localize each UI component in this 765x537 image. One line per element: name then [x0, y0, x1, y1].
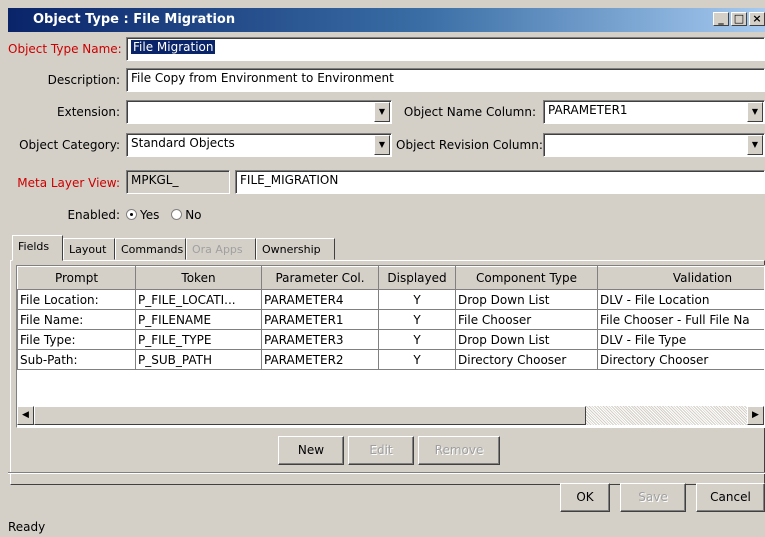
new-button[interactable]: New	[278, 436, 344, 465]
separator	[8, 472, 765, 474]
object-category-dropdown[interactable]: Standard Objects ▼	[126, 133, 392, 157]
enabled-no-radio[interactable]: No	[171, 208, 202, 222]
object-category-value: Standard Objects	[131, 136, 235, 150]
table-cell: DLV - File Location	[597, 289, 764, 310]
table-cell: P_FILENAME	[135, 309, 262, 330]
table-cell: PARAMETER1	[261, 309, 379, 330]
object-name-column-value: PARAMETER1	[548, 103, 628, 117]
table-cell: File Location:	[17, 289, 136, 310]
enabled-yes-radio[interactable]: Yes	[126, 208, 159, 222]
object-type-name-label: Object Type Name:	[8, 42, 122, 56]
table-cell: Directory Chooser	[455, 349, 598, 370]
scroll-right-icon[interactable]: ▶	[747, 406, 764, 425]
table-cell: File Chooser	[455, 309, 598, 330]
description-label: Description:	[47, 73, 120, 87]
table-cell: Sub-Path:	[17, 349, 136, 370]
column-header-token[interactable]: Token	[135, 266, 262, 290]
enabled-yes-label: Yes	[140, 208, 160, 222]
table-cell: Y	[378, 349, 456, 370]
column-header-component-type[interactable]: Component Type	[455, 266, 598, 290]
chevron-down-icon[interactable]: ▼	[374, 102, 390, 122]
save-button[interactable]: Save	[620, 483, 686, 512]
object-name-column-label: Object Name Column:	[403, 105, 536, 119]
tab-commands[interactable]: Commands	[115, 238, 186, 260]
column-header-validation[interactable]: Validation	[597, 266, 764, 290]
cancel-button[interactable]: Cancel	[696, 483, 765, 512]
enabled-radio-group: Yes No	[126, 208, 202, 222]
object-type-name-field[interactable]: File Migration	[126, 37, 765, 61]
table-cell: PARAMETER4	[261, 289, 379, 310]
chevron-down-icon[interactable]: ▼	[747, 102, 763, 122]
scroll-left-icon[interactable]: ◀	[17, 406, 34, 425]
object-name-column-dropdown[interactable]: PARAMETER1 ▼	[543, 100, 765, 124]
chevron-down-icon[interactable]: ▼	[374, 135, 390, 155]
object-revision-column-label: Object Revision Column:	[396, 138, 543, 152]
table-cell: Drop Down List	[455, 289, 598, 310]
scrollbar-track[interactable]	[586, 406, 747, 425]
table-cell: P_FILE_LOCATI...	[135, 289, 262, 310]
table-cell: P_FILE_TYPE	[135, 329, 262, 350]
table-cell: Directory Chooser	[597, 349, 764, 370]
title-bar[interactable]: Object Type : File Migration _ □ ×	[8, 8, 765, 32]
table-cell: Y	[378, 309, 456, 330]
table-cell: File Chooser - Full File Na	[597, 309, 764, 330]
table-cell: Y	[378, 329, 456, 350]
radio-unselected-icon	[171, 209, 183, 220]
table-row[interactable]: File Name: P_FILENAME PARAMETER1 Y File …	[17, 309, 764, 330]
object-revision-column-dropdown[interactable]: ▼	[543, 133, 765, 157]
horizontal-scrollbar[interactable]: ◀ ▶	[17, 406, 764, 425]
table-cell: File Type:	[17, 329, 136, 350]
maximize-icon[interactable]: □	[731, 12, 747, 26]
meta-layer-view-field[interactable]: FILE_MIGRATION	[235, 170, 765, 194]
edit-button[interactable]: Edit	[348, 436, 414, 465]
enabled-no-label: No	[185, 208, 202, 222]
object-type-name-value: File Migration	[131, 40, 216, 54]
ok-button[interactable]: OK	[560, 483, 610, 512]
meta-layer-view-label: Meta Layer View:	[17, 176, 120, 190]
minimize-icon[interactable]: _	[713, 12, 729, 26]
table-header-row: Prompt Token Parameter Col. Displayed Co…	[17, 266, 764, 290]
table-row[interactable]: Sub-Path: P_SUB_PATH PARAMETER2 Y Direct…	[17, 349, 764, 370]
extension-dropdown[interactable]: ▼	[126, 100, 392, 124]
object-category-label: Object Category:	[19, 138, 120, 152]
extension-label: Extension:	[57, 105, 120, 119]
meta-layer-prefix-field: MPKGL_	[126, 170, 230, 194]
scrollbar-thumb[interactable]	[34, 406, 586, 425]
table-cell: PARAMETER3	[261, 329, 379, 350]
fields-table[interactable]: Prompt Token Parameter Col. Displayed Co…	[16, 265, 765, 428]
table-row[interactable]: File Type: P_FILE_TYPE PARAMETER3 Y Drop…	[17, 329, 764, 350]
status-bar: Ready	[8, 520, 46, 534]
close-icon[interactable]: ×	[749, 12, 765, 26]
description-field[interactable]: File Copy from Environment to Environmen…	[126, 68, 765, 92]
tab-ownership[interactable]: Ownership	[256, 238, 335, 260]
column-header-prompt[interactable]: Prompt	[17, 266, 136, 290]
table-cell: P_SUB_PATH	[135, 349, 262, 370]
tab-layout[interactable]: Layout	[63, 238, 115, 260]
column-header-displayed[interactable]: Displayed	[378, 266, 456, 290]
enabled-label: Enabled:	[67, 208, 120, 222]
table-cell: Y	[378, 289, 456, 310]
chevron-down-icon[interactable]: ▼	[747, 135, 763, 155]
table-row[interactable]: File Location: P_FILE_LOCATI... PARAMETE…	[17, 289, 764, 310]
table-cell: PARAMETER2	[261, 349, 379, 370]
table-cell: Drop Down List	[455, 329, 598, 350]
table-cell: DLV - File Type	[597, 329, 764, 350]
column-header-parameter-col[interactable]: Parameter Col.	[261, 266, 379, 290]
remove-button[interactable]: Remove	[418, 436, 500, 465]
table-cell: File Name:	[17, 309, 136, 330]
tab-fields[interactable]: Fields	[12, 235, 63, 261]
window-title: Object Type : File Migration	[33, 12, 236, 27]
radio-selected-icon	[126, 209, 137, 220]
tab-ora-apps: Ora Apps	[186, 238, 256, 260]
